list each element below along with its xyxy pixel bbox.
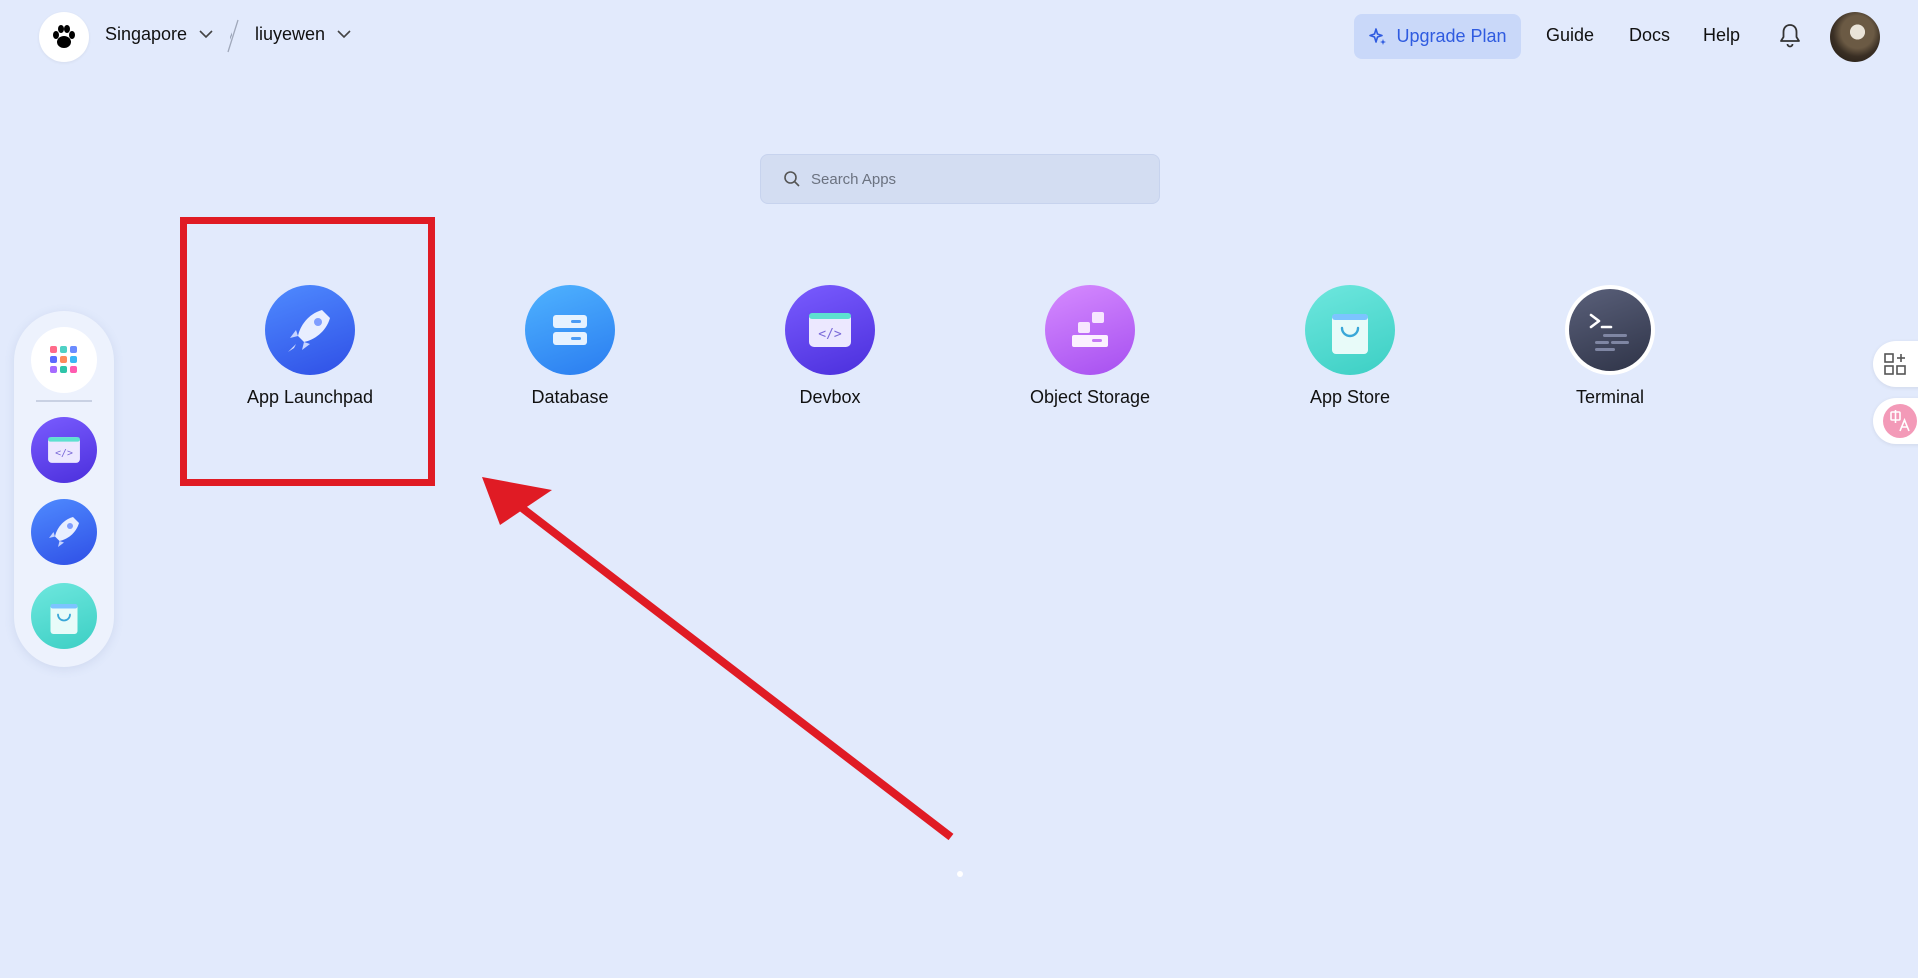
left-dock: </> <box>14 311 114 667</box>
guide-link[interactable]: Guide <box>1546 25 1594 46</box>
apps-grid-icon[interactable] <box>31 327 97 393</box>
app-label: Object Storage <box>1029 387 1151 407</box>
shopping-bag-icon[interactable] <box>31 583 97 649</box>
app-terminal[interactable]: Terminal <box>1510 285 1710 408</box>
region-selector[interactable]: Singapore <box>105 24 213 45</box>
shopping-bag-icon <box>1305 285 1395 375</box>
sealos-logo[interactable] <box>39 12 89 62</box>
slash-separator <box>227 19 239 53</box>
workspace-label: liuyewen <box>255 24 326 44</box>
search-input[interactable] <box>811 170 1131 188</box>
blocks-icon <box>1045 285 1135 375</box>
terminal-icon <box>1565 285 1655 375</box>
translate-button[interactable] <box>1873 398 1918 444</box>
workspace-selector[interactable]: liuyewen <box>255 24 351 45</box>
app-devbox[interactable]: </> Devbox <box>730 285 930 408</box>
app-object-storage[interactable]: Object Storage <box>990 285 1190 408</box>
upgrade-plan-button[interactable]: Upgrade Plan <box>1354 14 1521 59</box>
widgets-button[interactable] <box>1873 341 1918 387</box>
dock-divider <box>36 400 92 402</box>
docs-link[interactable]: Docs <box>1629 25 1670 46</box>
page-indicator-dot[interactable] <box>957 871 963 877</box>
help-link[interactable]: Help <box>1703 25 1740 46</box>
app-label: Database <box>531 387 609 407</box>
search-bar[interactable] <box>760 154 1160 204</box>
code-window-icon: </> <box>785 285 875 375</box>
app-database[interactable]: Database <box>470 285 670 408</box>
chevron-down-icon <box>337 30 351 39</box>
upgrade-plan-label: Upgrade Plan <box>1396 26 1507 46</box>
widget-add-icon <box>1884 353 1906 375</box>
database-icon <box>525 285 615 375</box>
highlight-box <box>180 217 435 486</box>
app-label: Terminal <box>1575 387 1645 407</box>
translate-icon <box>1883 404 1917 438</box>
red-arrow-annotation <box>482 477 954 841</box>
search-icon <box>784 171 800 187</box>
region-label: Singapore <box>105 24 188 44</box>
sparkle-icon <box>1369 27 1387 45</box>
user-avatar[interactable] <box>1830 12 1880 62</box>
rocket-icon[interactable] <box>31 499 97 565</box>
app-label: Devbox <box>799 387 861 407</box>
code-window-icon[interactable]: </> <box>31 417 97 483</box>
app-label: App Store <box>1309 387 1391 407</box>
top-bar: Singapore liuyewen Upgrade Plan Guide Do… <box>0 0 1918 74</box>
bell-icon[interactable] <box>1778 22 1802 48</box>
svg-text:</>: </> <box>818 327 842 342</box>
svg-text:</>: </> <box>55 448 73 459</box>
paw-icon <box>53 25 75 48</box>
chevron-down-icon <box>199 30 213 39</box>
app-app-store[interactable]: App Store <box>1250 285 1450 408</box>
